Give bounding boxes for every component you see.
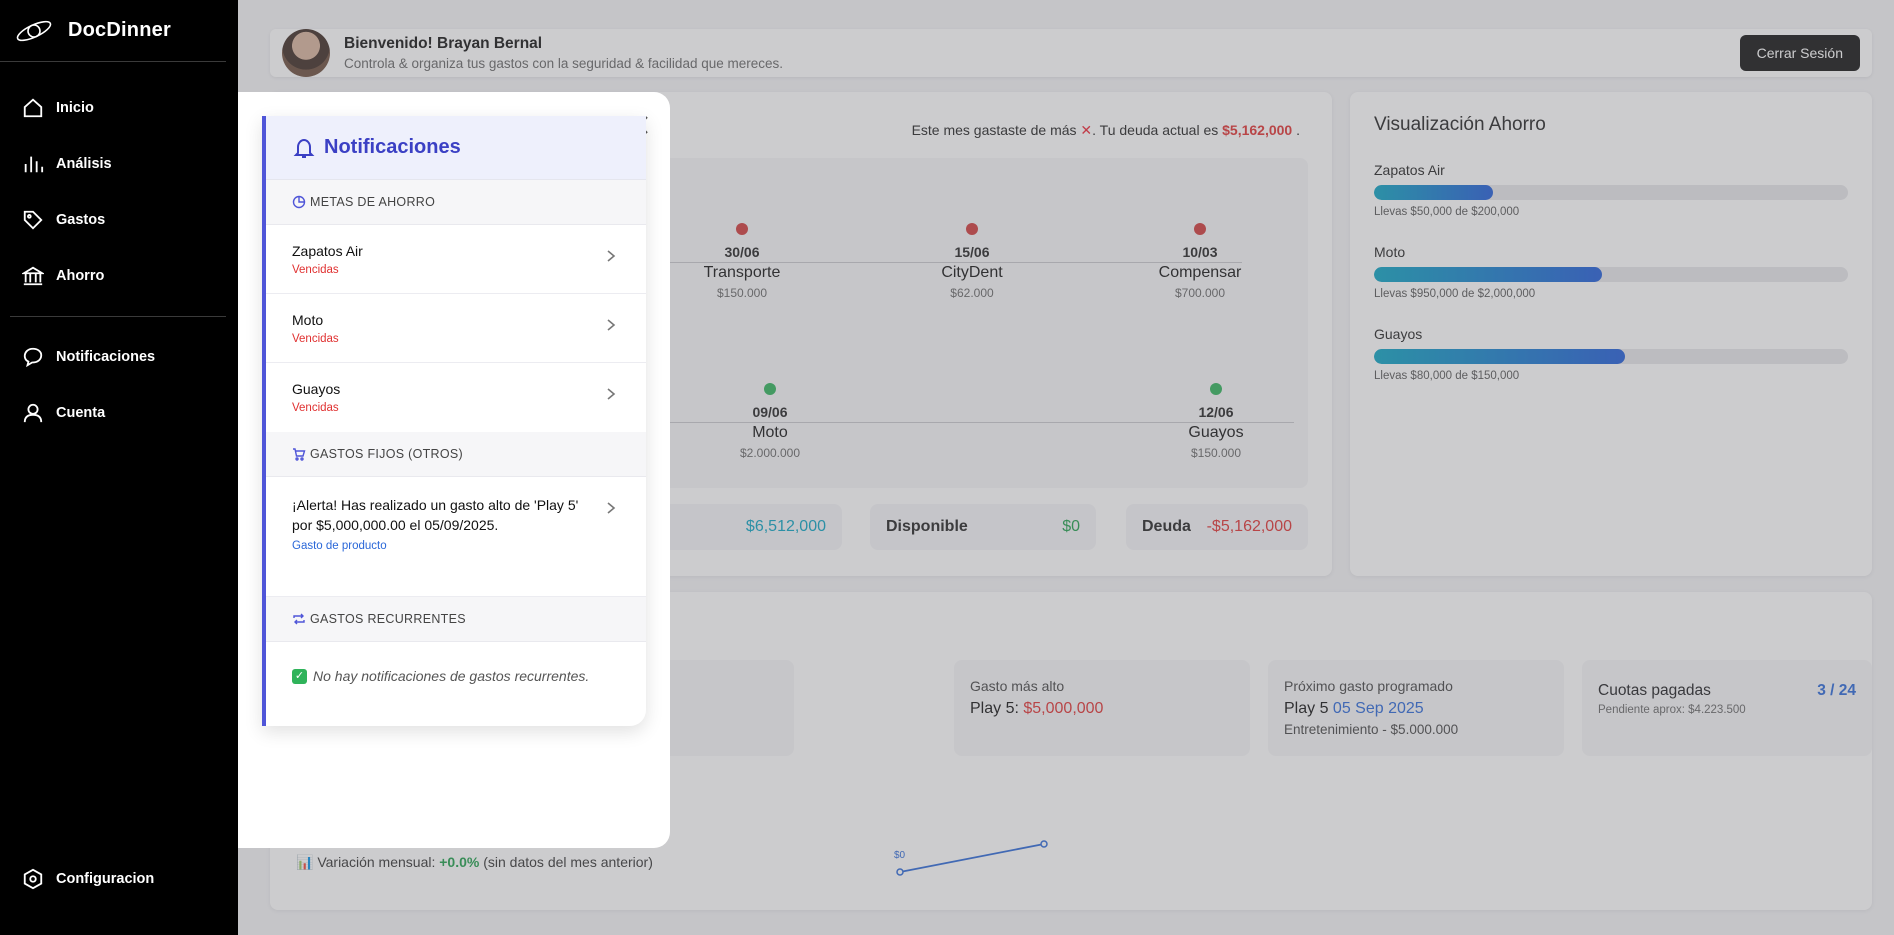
bank-icon — [22, 266, 44, 286]
section-title: METAS DE AHORRO — [310, 195, 436, 209]
empty-text: No hay notificaciones de gastos recurren… — [313, 668, 590, 684]
notification-item[interactable]: Moto Vencidas — [266, 294, 646, 363]
notification-status: Vencidas — [292, 264, 339, 276]
repeat-icon — [293, 613, 305, 625]
cart-icon — [293, 448, 306, 461]
notifications-header: Notificaciones — [266, 116, 646, 180]
chevron-right-icon — [607, 502, 616, 514]
notification-title: Guayos — [292, 381, 341, 397]
app-name: DocDinner — [68, 19, 171, 41]
notification-title: Zapatos Air — [292, 243, 363, 259]
empty-state: ✓ No hay notificaciones de gastos recurr… — [266, 642, 646, 710]
nav-label: Gastos — [56, 212, 106, 228]
chevron-right-icon — [607, 250, 616, 262]
nav-label: Cuenta — [56, 405, 106, 421]
section-recurring-expenses: GASTOS RECURRENTES — [266, 597, 646, 642]
nav-item-ahorro[interactable]: Ahorro — [0, 248, 238, 304]
nav-label: Ahorro — [56, 268, 105, 284]
bar-chart-icon — [24, 156, 44, 173]
main-nav: Inicio Análisis Gastos Ahorro Notificaci… — [0, 80, 238, 441]
bell-icon — [293, 138, 315, 158]
notification-status: Vencidas — [292, 402, 339, 414]
notification-title: Moto — [292, 312, 324, 328]
section-title: GASTOS FIJOS (OTROS) — [310, 447, 464, 461]
nav-label: Análisis — [56, 156, 112, 172]
nav-item-analisis[interactable]: Análisis — [0, 136, 238, 192]
nav-label: Notificaciones — [56, 349, 156, 365]
tag-icon — [23, 210, 43, 230]
check-icon: ✓ — [292, 668, 307, 684]
notification-item[interactable]: Guayos Vencidas — [266, 363, 646, 432]
notifications-title: Notificaciones — [324, 136, 461, 158]
nav-label: Inicio — [56, 100, 94, 116]
section-title: GASTOS RECURRENTES — [310, 612, 466, 626]
notification-status: Vencidas — [292, 333, 339, 345]
nav-item-cuenta[interactable]: Cuenta — [0, 385, 238, 441]
notifications-panel: Notificaciones METAS DE AHORRO Zapatos A… — [262, 116, 646, 726]
brand[interactable]: DocDinner — [0, 0, 226, 62]
home-icon — [23, 98, 43, 118]
chat-bubble-icon — [23, 347, 43, 368]
notification-type: Gasto de producto — [292, 540, 387, 552]
notification-item[interactable]: Zapatos Air Vencidas — [266, 225, 646, 294]
chevron-right-icon — [607, 388, 616, 400]
nav-item-gastos[interactable]: Gastos — [0, 192, 238, 248]
section-savings-goals: METAS DE AHORRO — [266, 180, 646, 225]
sidebar: DocDinner Inicio Análisis Gastos Ahorro … — [0, 0, 238, 935]
user-icon — [23, 403, 43, 423]
nav-item-inicio[interactable]: Inicio — [0, 80, 238, 136]
notification-item[interactable]: ¡Alerta! Has realizado un gasto alto de … — [266, 477, 646, 597]
pie-chart-icon — [292, 195, 306, 209]
nav-bottom: Configuracion — [0, 851, 238, 907]
nav-label: Configuracion — [56, 871, 155, 887]
section-fixed-expenses: GASTOS FIJOS (OTROS) — [266, 432, 646, 477]
planet-logo-icon — [16, 20, 52, 41]
notification-title: ¡Alerta! Has realizado un gasto alto de … — [292, 497, 579, 533]
settings-hexagon-icon — [23, 868, 43, 890]
chevron-right-icon — [607, 319, 616, 331]
nav-divider — [10, 316, 226, 317]
nav-item-notificaciones[interactable]: Notificaciones — [0, 329, 238, 385]
nav-item-configuracion[interactable]: Configuracion — [0, 851, 238, 907]
